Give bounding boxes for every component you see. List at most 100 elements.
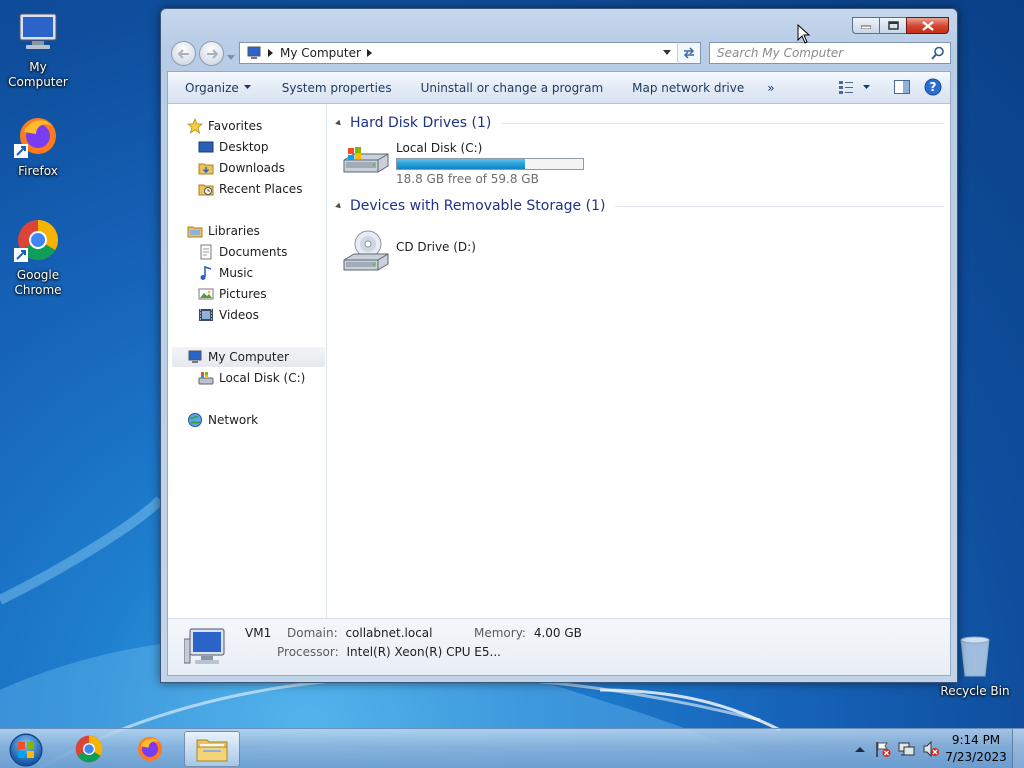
hard-drive-icon — [342, 142, 390, 179]
refresh-button[interactable] — [677, 42, 701, 64]
change-view-button[interactable] — [839, 80, 870, 94]
breadcrumb-my-computer[interactable]: My Computer — [280, 46, 361, 60]
memory-label: Memory: — [474, 626, 526, 640]
close-button[interactable] — [906, 17, 949, 34]
map-network-drive-button[interactable]: Map network drive — [614, 81, 755, 95]
organize-label: Organize — [185, 80, 239, 95]
group-header-hard-disk-drives[interactable]: Hard Disk Drives (1) — [335, 113, 944, 133]
pictures-icon — [198, 286, 214, 302]
star-icon — [186, 117, 204, 134]
minimize-icon — [861, 25, 871, 29]
drive-free-space: 18.8 GB free of 59.8 GB — [396, 172, 539, 186]
nav-label: Favorites — [208, 119, 263, 133]
taskbar-chrome-button[interactable] — [61, 731, 117, 767]
disk-usage-bar — [396, 158, 584, 170]
nav-label: Recent Places — [219, 182, 303, 196]
address-bar[interactable]: My Computer — [239, 42, 701, 64]
windows-logo-icon — [9, 733, 43, 767]
nav-item-recent-places[interactable]: Recent Places — [198, 179, 302, 199]
memory-value: 4.00 GB — [533, 626, 582, 640]
more-commands-label: » — [767, 80, 775, 95]
desktop-icon-firefox[interactable]: Firefox — [0, 112, 76, 179]
group-header-removable-storage[interactable]: Devices with Removable Storage (1) — [335, 196, 944, 216]
hard-drive-icon — [198, 370, 214, 386]
computer-icon — [183, 625, 232, 672]
chevron-down-icon — [863, 84, 870, 89]
breadcrumb-arrow-icon[interactable] — [268, 49, 274, 57]
nav-label: Pictures — [219, 287, 267, 301]
processor-row: Processor: Intel(R) Xeon(R) CPU E5... — [277, 645, 501, 659]
taskbar-explorer-button[interactable] — [184, 731, 240, 767]
nav-item-local-disk[interactable]: Local Disk (C:) — [198, 368, 305, 388]
drive-item-cd-drive-d[interactable]: CD Drive (D:) — [342, 226, 476, 277]
network-status-icon[interactable] — [898, 740, 916, 758]
forward-button[interactable] — [199, 41, 224, 66]
command-bar: Organize System properties Uninstall or … — [168, 72, 950, 104]
desktop-icon-my-computer[interactable]: My Computer — [0, 8, 76, 90]
nav-label: Desktop — [219, 140, 269, 154]
nav-item-videos[interactable]: Videos — [198, 305, 259, 325]
nav-item-downloads[interactable]: Downloads — [198, 158, 285, 178]
recent-pages-chevron-icon[interactable] — [227, 50, 235, 64]
mouse-cursor-icon — [797, 24, 811, 44]
chrome-icon — [75, 735, 103, 763]
collapse-triangle-icon[interactable] — [335, 119, 343, 127]
nav-item-libraries[interactable]: Libraries — [187, 221, 260, 241]
action-center-flag-icon[interactable] — [874, 740, 892, 758]
uninstall-program-button[interactable]: Uninstall or change a program — [403, 81, 615, 95]
address-dropdown-button[interactable] — [657, 42, 677, 64]
view-options-icon — [839, 81, 853, 94]
taskbar: 9:14 PM 7/23/2023 — [0, 728, 1024, 768]
nav-label: My Computer — [208, 350, 289, 364]
volume-muted-icon[interactable] — [922, 740, 940, 758]
system-properties-button[interactable]: System properties — [262, 81, 403, 95]
caption-buttons — [852, 17, 949, 34]
nav-item-music[interactable]: Music — [198, 263, 253, 283]
nav-item-pictures[interactable]: Pictures — [198, 284, 267, 304]
minimize-button[interactable] — [852, 17, 879, 34]
more-commands-button[interactable]: » — [755, 81, 785, 95]
preview-pane-icon[interactable] — [894, 80, 910, 94]
computer-name: VM1 — [245, 626, 271, 640]
domain-row: Domain: collabnet.local — [287, 626, 432, 640]
nav-item-favorites[interactable]: Favorites — [186, 116, 263, 136]
nav-item-documents[interactable]: Documents — [198, 242, 287, 262]
computer-icon — [187, 349, 203, 365]
search-input[interactable]: Search My Computer — [709, 42, 951, 64]
group-divider — [615, 205, 944, 207]
close-icon — [921, 20, 934, 31]
taskbar-firefox-button[interactable] — [122, 731, 178, 767]
domain-value: collabnet.local — [345, 626, 433, 640]
desktop-icon-label: Google Chrome — [14, 268, 62, 297]
taskbar-clock[interactable]: 9:14 PM 7/23/2023 — [944, 732, 1008, 766]
svg-text:?: ? — [930, 80, 937, 94]
search-placeholder: Search My Computer — [717, 46, 844, 60]
nav-label: Videos — [219, 308, 259, 322]
processor-label: Processor: — [277, 645, 339, 659]
back-button[interactable] — [171, 41, 196, 66]
restore-button[interactable] — [879, 17, 906, 34]
computer-name-value: VM1 — [245, 626, 272, 640]
breadcrumb-arrow-icon[interactable] — [366, 49, 373, 57]
computer-icon — [14, 8, 62, 56]
desktop-icon-chrome[interactable]: Google Chrome — [0, 216, 76, 298]
domain-label: Domain: — [287, 626, 338, 640]
nav-item-network[interactable]: Network — [187, 410, 258, 430]
drive-item-local-disk-c[interactable]: Local Disk (C:) 18.8 GB free of 59.8 GB — [342, 141, 584, 186]
organize-button[interactable]: Organize — [168, 81, 262, 95]
nav-item-desktop[interactable]: Desktop — [198, 137, 269, 157]
help-icon[interactable]: ? — [924, 78, 942, 96]
nav-item-my-computer[interactable]: My Computer — [172, 347, 325, 367]
show-desktop-button[interactable] — [1012, 729, 1024, 768]
navigation-bar: My Computer Search My Computer — [169, 40, 951, 66]
memory-row: Memory: 4.00 GB — [474, 626, 582, 640]
drive-name: CD Drive (D:) — [396, 240, 476, 254]
start-button[interactable] — [6, 731, 46, 767]
uninstall-label: Uninstall or change a program — [420, 80, 604, 95]
show-hidden-icons-arrow-icon[interactable] — [852, 741, 868, 757]
desktop-icon-label: My Computer — [8, 60, 68, 89]
downloads-folder-icon — [198, 160, 214, 176]
search-icon[interactable] — [931, 46, 945, 60]
collapse-triangle-icon[interactable] — [335, 202, 343, 210]
explorer-client-area: Organize System properties Uninstall or … — [167, 71, 951, 676]
